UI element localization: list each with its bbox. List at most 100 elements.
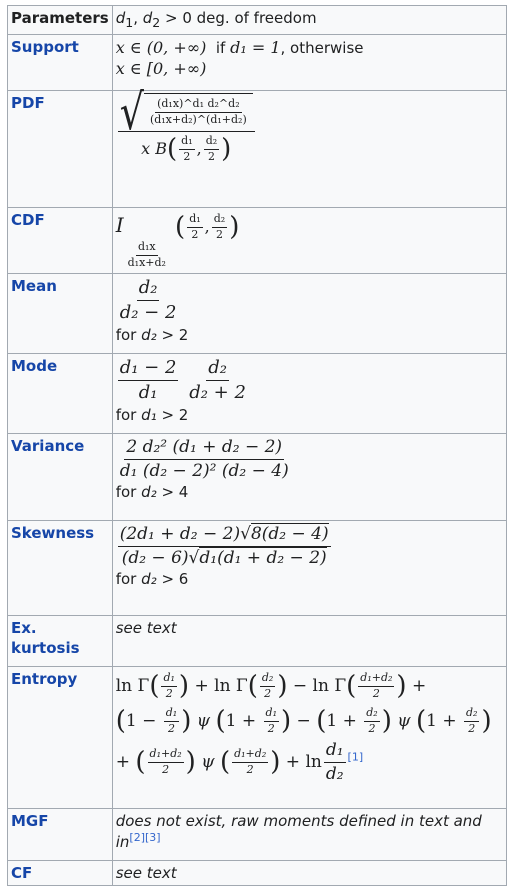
- skew-num-sqrt: 8(d₂ − 4): [250, 522, 329, 544]
- link-entropy[interactable]: Entropy: [7, 665, 113, 809]
- label-parameters: Parameters: [7, 5, 113, 35]
- e-op: 1 +: [326, 710, 363, 731]
- e-f: 2: [162, 762, 170, 776]
- link-pdf[interactable]: PDF: [7, 89, 113, 208]
- e-f: 2: [468, 721, 476, 735]
- value-variance: 2 d₂² (d₁ + d₂ − 2) d₁ (d₂ − 2)² (d₂ − 4)…: [111, 432, 508, 521]
- cdf-a-den: 2: [191, 227, 199, 241]
- cond-pre: for: [115, 326, 142, 345]
- link-cdf[interactable]: CDF: [7, 206, 113, 274]
- cond-var: d₂: [141, 483, 157, 502]
- link-mgf[interactable]: MGF: [7, 807, 113, 861]
- e-f: d₁: [163, 706, 180, 722]
- row-mode: Mode d₁ − 2 d₁ d₂ d₂ + 2 for d₁ > 2: [7, 352, 508, 434]
- value-kurtosis: see text: [111, 614, 508, 667]
- pdf-b-num: d₂: [203, 134, 220, 150]
- e-psi: ψ: [195, 751, 220, 772]
- value-mean: d₂ d₂ − 2 for d₂ > 2: [111, 272, 508, 354]
- e-f: d₂: [364, 706, 380, 722]
- mean-num: d₂: [136, 276, 160, 301]
- cdf-b-num: d₂: [211, 212, 228, 228]
- mode-num2: d₂: [206, 356, 229, 381]
- row-cf: CF see text: [7, 859, 508, 886]
- value-cf: see text: [111, 859, 508, 886]
- value-cdf: Id₁x d₁x+d₂ (d₁ 2, d₂ 2): [111, 206, 508, 274]
- e-f: d₁: [263, 706, 279, 722]
- row-support: Support x ∈ (0, +∞) if d₁ = 1, otherwise…: [7, 33, 508, 91]
- cond-pre: for: [115, 483, 142, 502]
- pdf-den: x B: [141, 138, 168, 158]
- value-mode: d₁ − 2 d₁ d₂ d₂ + 2 for d₁ > 2: [111, 352, 508, 434]
- e-f: d₁+d₂: [358, 671, 395, 687]
- mean-den: d₂ − 2: [119, 301, 177, 323]
- e-f: d₁+d₂: [147, 747, 184, 763]
- e-psi: ψ: [391, 710, 416, 731]
- support-if: if: [206, 38, 231, 57]
- e-op: 1 +: [225, 710, 262, 731]
- e-f: d₁+d₂: [232, 747, 269, 763]
- row-kurtosis: Ex. kurtosis see text: [7, 614, 508, 667]
- pdf-a-den: 2: [183, 149, 191, 163]
- value-entropy: ln Γ(d₁ 2) + ln Γ(d₂ 2) − ln Γ(d₁+d₂ 2) + (…: [111, 665, 508, 809]
- sep: ,: [133, 9, 143, 27]
- e-f: 2: [246, 762, 254, 776]
- link-variance[interactable]: Variance: [7, 432, 113, 521]
- cond-pre: for: [115, 570, 142, 589]
- row-variance: Variance 2 d₂² (d₁ + d₂ − 2) d₁ (d₂ − 2)²…: [7, 432, 508, 521]
- skew-den-a: (d₂ − 6): [121, 547, 189, 568]
- infobox-table: Parameters d1, d2 > 0 deg. of freedom Su…: [7, 5, 508, 886]
- link-kurtosis[interactable]: Ex. kurtosis: [7, 614, 113, 667]
- link-cf[interactable]: CF: [7, 859, 113, 886]
- value-mgf: does not exist, raw moments defined in t…: [111, 807, 508, 861]
- cdf-sub-num: d₁x: [135, 240, 158, 256]
- link-mode[interactable]: Mode: [7, 352, 113, 434]
- value-parameters: d1, d2 > 0 deg. of freedom: [111, 5, 508, 35]
- row-mean: Mean d₂ d₂ − 2 for d₂ > 2: [7, 272, 508, 354]
- skew-den-sqrt: d₁(d₁ + d₂ − 2): [199, 546, 327, 568]
- ref-2[interactable]: [2]: [129, 831, 145, 844]
- cdf-sub-den: d₁x+d₂: [127, 255, 166, 269]
- row-entropy: Entropy ln Γ(d₁ 2) + ln Γ(d₂ 2) − ln Γ(d₁+…: [7, 665, 508, 809]
- cond-var: d₂: [141, 570, 157, 589]
- e-f: d₂: [325, 763, 344, 784]
- cond-var: d₂: [141, 326, 157, 345]
- support-otherwise: , otherwise: [280, 38, 364, 57]
- e-f: d₂: [464, 706, 480, 722]
- cond-post: > 4: [156, 483, 189, 502]
- e-f: 2: [165, 686, 173, 700]
- row-pdf: PDF √ (d₁x)^d₁ d₂^d₂ (d₁x+d₂)^(d₁+d₂) x B(…: [7, 87, 508, 208]
- row-parameters: Parameters d1, d2 > 0 deg. of freedom: [7, 5, 508, 35]
- mode-den1: d₁: [138, 381, 158, 403]
- e-op: −: [291, 710, 317, 731]
- var-d: d: [142, 9, 153, 27]
- link-skewness[interactable]: Skewness: [7, 519, 113, 616]
- pdf-b-den: 2: [207, 149, 215, 163]
- support-formula-1: x ∈ (0, +∞): [115, 37, 207, 57]
- e-op: +: [115, 751, 136, 772]
- cond-post: > 2: [156, 326, 189, 345]
- pdf-inner-den: (d₁x+d₂)^(d₁+d₂): [149, 112, 247, 126]
- e-f: d₂: [259, 671, 276, 687]
- mode-num1: d₁ − 2: [117, 356, 179, 381]
- e-op: + ln: [280, 751, 322, 772]
- ref-1[interactable]: [1]: [348, 750, 364, 763]
- e-f: 2: [368, 721, 376, 735]
- link-support[interactable]: Support: [7, 33, 113, 91]
- e-op: 1 −: [125, 710, 162, 731]
- e-f: 2: [267, 721, 275, 735]
- ref-3[interactable]: [3]: [145, 831, 161, 844]
- value-pdf: √ (d₁x)^d₁ d₂^d₂ (d₁x+d₂)^(d₁+d₂) x B(d₁ 2,…: [111, 87, 508, 208]
- e-op: 1 +: [426, 710, 463, 731]
- variance-num: 2 d₂² (d₁ + d₂ − 2): [124, 436, 285, 460]
- parameters-text: > 0 deg. of freedom: [160, 9, 317, 27]
- value-skewness: (2d₁ + d₂ − 2)√8(d₂ − 4) (d₂ − 6)√d₁(d₁ …: [111, 519, 508, 616]
- support-cond: d₁ = 1: [230, 37, 281, 57]
- link-mean[interactable]: Mean: [7, 272, 113, 354]
- cond-post: > 2: [156, 406, 189, 425]
- row-cdf: CDF Id₁x d₁x+d₂ (d₁ 2, d₂ 2): [7, 206, 508, 274]
- e-f: 2: [167, 721, 175, 735]
- e-f: 2: [372, 686, 380, 700]
- var-d: d: [115, 9, 126, 27]
- e-op: − ln Γ: [287, 675, 347, 696]
- mgf-text: does not exist, raw moments defined in t…: [115, 811, 482, 851]
